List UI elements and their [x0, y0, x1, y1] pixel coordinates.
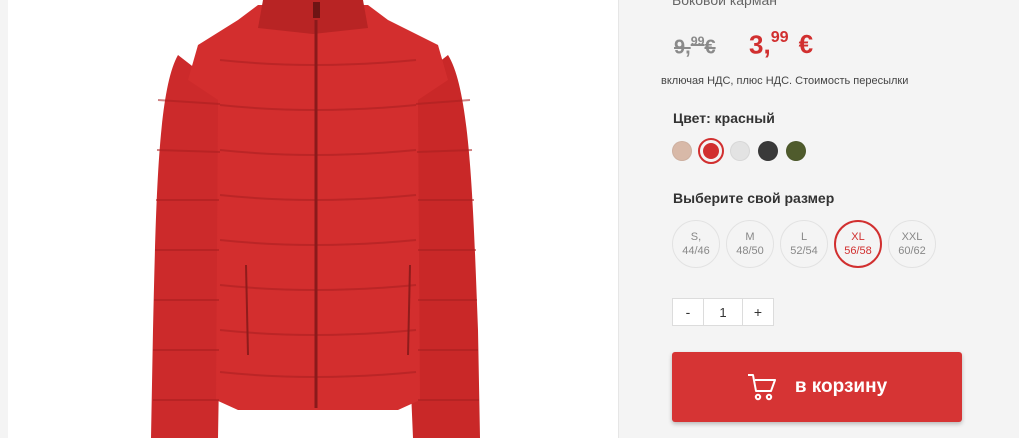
size-option-xxl[interactable]: XXL 60/62	[888, 220, 936, 268]
size-option-m[interactable]: M 48/50	[726, 220, 774, 268]
size-option-s[interactable]: S, 44/46	[672, 220, 720, 268]
add-to-cart-label: в корзину	[794, 376, 888, 397]
color-swatch-light-grey[interactable]	[730, 141, 750, 161]
quantity-decrease-button[interactable]: -	[672, 298, 704, 326]
color-swatch-red[interactable]	[698, 138, 724, 164]
color-swatch-beige[interactable]	[672, 141, 692, 161]
color-swatch-olive[interactable]	[786, 141, 806, 161]
cart-icon	[747, 374, 776, 401]
size-label: Выберите свой размер	[673, 190, 835, 206]
current-price: 3,99 €	[749, 28, 814, 60]
vat-shipping-note: включая НДС, плюс НДС. Стоимость пересыл…	[661, 75, 909, 87]
color-label: Цвет: красный	[673, 110, 775, 126]
color-swatch-dark-grey[interactable]	[758, 141, 778, 161]
color-swatches	[672, 138, 814, 164]
quantity-increase-button[interactable]: +	[742, 298, 774, 326]
add-to-cart-button[interactable]: в корзину	[672, 352, 962, 422]
size-options: S, 44/46 M 48/50 L 52/54 XL 56/58 XXL 60…	[672, 220, 942, 268]
product-image[interactable]	[8, 0, 618, 438]
feature-text: Боковой карман	[672, 0, 777, 8]
panel-divider	[618, 0, 619, 438]
size-option-xl[interactable]: XL 56/58	[834, 220, 882, 268]
quantity-input[interactable]: 1	[704, 298, 742, 326]
size-option-l[interactable]: L 52/54	[780, 220, 828, 268]
old-price: 9,99€	[674, 34, 716, 59]
quantity-stepper: - 1 +	[672, 298, 774, 326]
red-puffer-jacket-image	[151, 0, 480, 438]
